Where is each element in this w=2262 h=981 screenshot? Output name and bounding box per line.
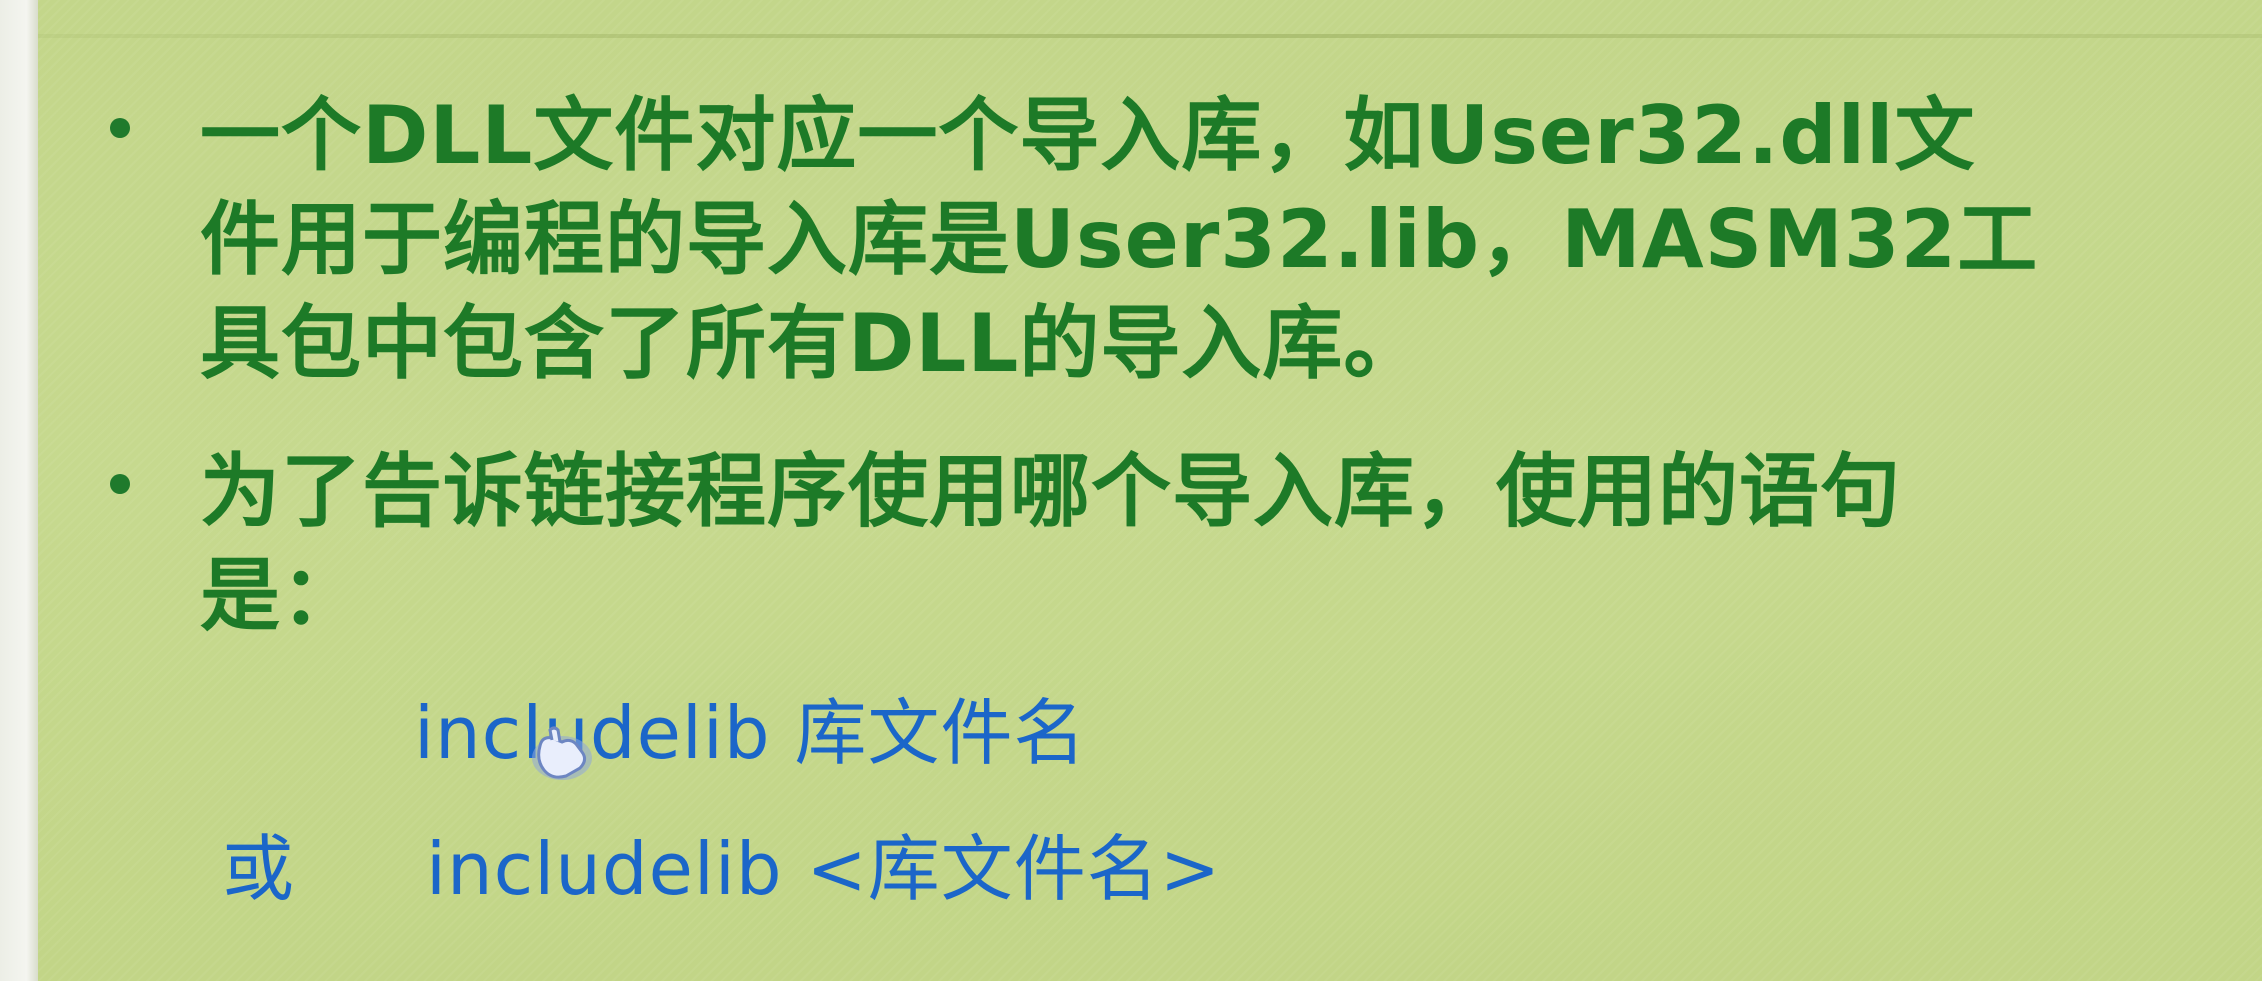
- code-line-1: includelib 库文件名: [414, 691, 1087, 775]
- bullet-2-line-2: 是：: [200, 549, 362, 642]
- hand-pointer-icon: [532, 726, 592, 780]
- bullet-1-line-1: 一个DLL文件对应一个导入库，如User32.dll文: [200, 89, 1976, 182]
- bullet-1-line-2: 件用于编程的导入库是User32.lib，MASM32工: [200, 193, 2039, 286]
- presentation-frame: 一个DLL文件对应一个导入库，如User32.dll文 件用于编程的导入库是Us…: [0, 0, 2262, 981]
- slide-top-divider: [38, 34, 2262, 38]
- code-or-label: 或: [222, 827, 296, 911]
- window-left-edge: [0, 0, 38, 981]
- bullet-1-line-3: 具包中包含了所有DLL的导入库。: [200, 297, 1425, 390]
- bullet-2-dot: [110, 474, 130, 494]
- code-line-2: includelib <库文件名>: [426, 827, 1222, 911]
- bullet-2-line-1: 为了告诉链接程序使用哪个导入库，使用的语句: [200, 445, 1901, 538]
- bullet-1-dot: [110, 118, 130, 138]
